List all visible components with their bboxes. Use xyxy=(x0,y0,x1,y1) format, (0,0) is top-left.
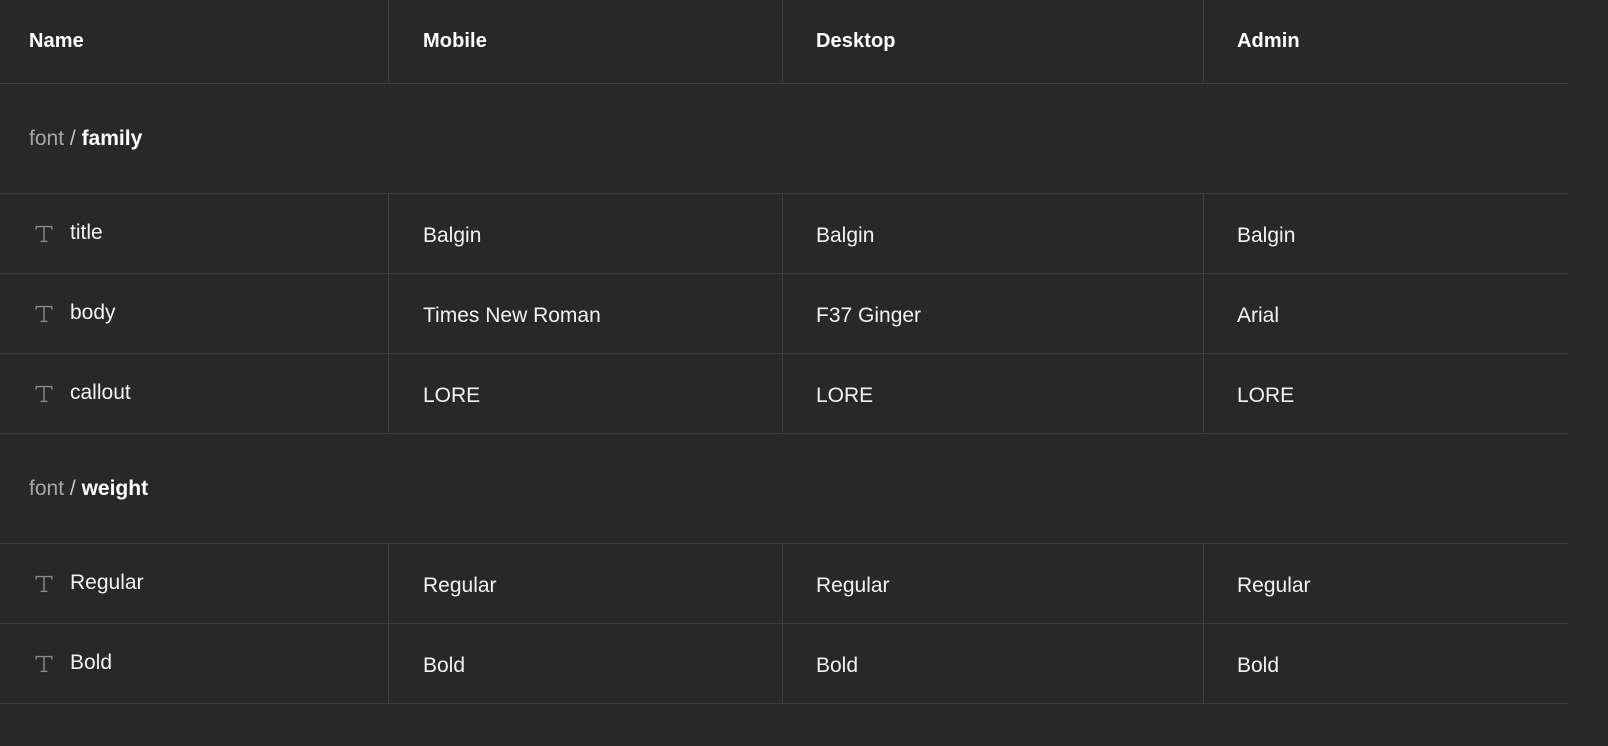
group-name: weight xyxy=(81,476,149,500)
cell-name[interactable]: title xyxy=(0,194,389,273)
text-type-icon xyxy=(35,655,53,672)
column-header-admin[interactable]: Admin xyxy=(1204,0,1568,83)
group-separator: / xyxy=(69,126,76,150)
token-value: Regular xyxy=(816,573,890,597)
table-row[interactable]: title Balgin Balgin Balgin xyxy=(0,194,1568,274)
cell-desktop[interactable]: F37 Ginger xyxy=(783,274,1204,353)
group-header-font-family: font / family xyxy=(0,84,1568,194)
token-value: LORE xyxy=(423,383,481,407)
cell-admin[interactable]: Bold xyxy=(1204,624,1568,703)
group-prefix: font xyxy=(29,476,65,500)
cell-desktop[interactable]: LORE xyxy=(783,354,1204,433)
next-group-header-partial xyxy=(0,704,1568,728)
token-value: Bold xyxy=(423,653,466,677)
cell-desktop[interactable]: Bold xyxy=(783,624,1204,703)
token-table-page: Name Mobile Desktop Admin font / family xyxy=(0,0,1608,746)
group-label: font / family xyxy=(0,127,142,151)
table-header-row: Name Mobile Desktop Admin xyxy=(0,0,1568,84)
cell-name[interactable]: callout xyxy=(0,354,389,433)
right-gutter xyxy=(1568,0,1608,746)
token-value: Times New Roman xyxy=(423,303,601,327)
cell-admin[interactable]: Arial xyxy=(1204,274,1568,353)
group-separator: / xyxy=(69,476,76,500)
token-value: LORE xyxy=(816,383,874,407)
cell-mobile[interactable]: Balgin xyxy=(389,194,783,273)
group-header-font-weight: font / weight xyxy=(0,434,1568,544)
table-row[interactable]: Bold Bold Bold Bold xyxy=(0,624,1568,704)
token-name: Bold xyxy=(70,650,113,674)
cell-admin[interactable]: Balgin xyxy=(1204,194,1568,273)
cell-name[interactable]: Bold xyxy=(0,624,389,703)
token-name: Regular xyxy=(70,570,144,594)
token-value: LORE xyxy=(1237,383,1295,407)
table-row[interactable]: callout LORE LORE LORE xyxy=(0,354,1568,434)
cell-desktop[interactable]: Balgin xyxy=(783,194,1204,273)
cell-desktop[interactable]: Regular xyxy=(783,544,1204,623)
table-row[interactable]: body Times New Roman F37 Ginger Arial xyxy=(0,274,1568,354)
column-header-desktop[interactable]: Desktop xyxy=(783,0,1204,83)
token-value: F37 Ginger xyxy=(816,303,922,327)
cell-mobile[interactable]: LORE xyxy=(389,354,783,433)
cell-admin[interactable]: Regular xyxy=(1204,544,1568,623)
token-value: Balgin xyxy=(816,223,875,247)
design-token-table: Name Mobile Desktop Admin font / family xyxy=(0,0,1568,728)
text-type-icon xyxy=(35,225,53,242)
table-row[interactable]: Regular Regular Regular Regular xyxy=(0,544,1568,624)
group-name: family xyxy=(81,126,143,150)
cell-mobile[interactable]: Times New Roman xyxy=(389,274,783,353)
cell-mobile[interactable]: Regular xyxy=(389,544,783,623)
token-value: Balgin xyxy=(423,223,482,247)
cell-mobile[interactable]: Bold xyxy=(389,624,783,703)
group-label: font / weight xyxy=(0,477,148,501)
token-value: Bold xyxy=(816,653,859,677)
text-type-icon xyxy=(35,305,53,322)
token-value: Bold xyxy=(1237,653,1280,677)
token-name: title xyxy=(70,220,103,244)
token-name: body xyxy=(70,300,116,324)
token-value: Regular xyxy=(423,573,497,597)
text-type-icon xyxy=(35,575,53,592)
token-value: Arial xyxy=(1237,303,1280,327)
token-name: callout xyxy=(70,380,131,404)
token-value: Regular xyxy=(1237,573,1311,597)
group-prefix: font xyxy=(29,126,65,150)
text-type-icon xyxy=(35,385,53,402)
cell-name[interactable]: body xyxy=(0,274,389,353)
column-header-name[interactable]: Name xyxy=(0,0,389,83)
column-header-mobile[interactable]: Mobile xyxy=(389,0,783,83)
cell-name[interactable]: Regular xyxy=(0,544,389,623)
token-value: Balgin xyxy=(1237,223,1296,247)
cell-admin[interactable]: LORE xyxy=(1204,354,1568,433)
